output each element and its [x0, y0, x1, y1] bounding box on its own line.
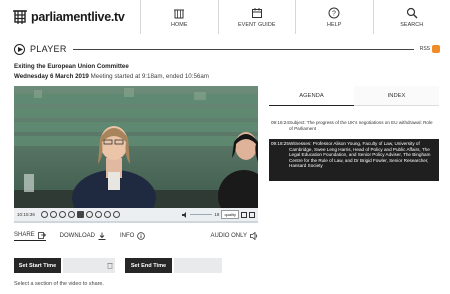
video-player[interactable]: [14, 86, 258, 208]
forward-30-icon[interactable]: [103, 211, 111, 218]
help-icon: ?: [328, 7, 340, 18]
video-frame: [14, 86, 258, 208]
nav-help[interactable]: ? HELP: [295, 0, 373, 34]
nav-help-label: HELP: [327, 21, 342, 28]
player-title: PLAYER: [30, 44, 67, 54]
meeting-status: Meeting started at 9:18am, ended 10:56am: [90, 73, 209, 80]
pip-icon[interactable]: [241, 211, 247, 218]
search-icon: [406, 7, 418, 18]
info-label: INFO: [120, 233, 135, 239]
calendar-icon: [251, 7, 262, 18]
info-button[interactable]: INFO: [120, 232, 146, 240]
speaker-icon: [182, 211, 187, 218]
end-time-field[interactable]: [174, 258, 222, 273]
brand-logo[interactable]: parliamentlive.tv: [0, 0, 140, 34]
audio-only-label: AUDIO ONLY: [210, 233, 247, 239]
tab-index[interactable]: INDEX: [354, 86, 439, 106]
forward-60-icon[interactable]: [112, 211, 120, 218]
nav-event-guide[interactable]: EVENT GUIDE: [217, 0, 296, 34]
rewind-30-icon[interactable]: [49, 211, 57, 218]
index-text: Witnesses: Professor Alison Young, Facul…: [289, 141, 431, 169]
trash-icon[interactable]: [107, 262, 113, 269]
download-icon: [98, 232, 106, 240]
volume-control[interactable]: 18: [182, 211, 220, 218]
set-start-time-button[interactable]: Set Start Time: [14, 258, 61, 273]
forward-5-icon[interactable]: [85, 211, 93, 218]
clip-hint: Select a section of the video to share.: [14, 281, 104, 287]
start-time-field[interactable]: [63, 258, 115, 273]
set-end-time-button[interactable]: Set End Time: [125, 258, 172, 273]
share-label: SHARE: [14, 232, 35, 238]
nav-event-guide-label: EVENT GUIDE: [237, 21, 276, 28]
rss-icon[interactable]: [432, 45, 440, 53]
top-bar: parliamentlive.tv HOME EVENT GUIDE ? HEL…: [0, 0, 450, 34]
current-time: 10:15:36: [17, 212, 35, 217]
rewind-10-icon[interactable]: [58, 211, 66, 218]
nav-search-label: SEARCH: [400, 21, 424, 28]
forward-10-icon[interactable]: [94, 211, 102, 218]
volume-slider[interactable]: [190, 213, 213, 216]
download-label: DOWNLOAD: [59, 233, 96, 239]
meeting-date: Wednesday 6 March 2019: [14, 73, 89, 80]
download-button[interactable]: DOWNLOAD: [60, 232, 106, 240]
video-controls: 10:15:36 18 quality: [14, 208, 258, 221]
rewind-60-icon[interactable]: [40, 211, 48, 218]
portcullis-icon: [13, 10, 27, 24]
meeting-title: Exiting the European Union Committee: [14, 63, 129, 70]
info-icon: [137, 232, 146, 240]
fullscreen-icon[interactable]: [249, 211, 255, 218]
home-icon: [174, 9, 185, 18]
rss-label[interactable]: RSS: [420, 46, 430, 52]
index-item-active[interactable]: 09:18:25 Witnesses: Professor Alison You…: [269, 139, 439, 181]
nav-home[interactable]: HOME: [140, 0, 218, 34]
action-bar: SHARE DOWNLOAD INFO AUDIO ONLY: [14, 228, 258, 244]
share-icon: [37, 232, 46, 239]
pause-icon[interactable]: [76, 211, 84, 218]
panel-tabs: AGENDA INDEX: [269, 86, 439, 106]
brand-name: parliamentlive.tv: [31, 10, 125, 24]
quality-button[interactable]: quality: [221, 210, 239, 219]
nav-home-label: HOME: [170, 21, 188, 28]
svg-text:?: ?: [332, 10, 336, 17]
meeting-meta: Wednesday 6 March 2019 Meeting started a…: [14, 73, 209, 80]
index-time: 09:18:25: [271, 141, 289, 146]
progress-bar[interactable]: [14, 221, 258, 223]
nav-search[interactable]: SEARCH: [372, 0, 450, 34]
main-nav: HOME EVENT GUIDE ? HELP SEARCH: [140, 0, 450, 34]
share-button[interactable]: SHARE: [14, 231, 46, 241]
speaker-icon: [250, 232, 258, 240]
volume-level: 18: [214, 212, 220, 217]
player-heading: PLAYER RSS: [14, 43, 440, 55]
rewind-5-icon[interactable]: [67, 211, 75, 218]
divider: [72, 48, 414, 50]
audio-only-button[interactable]: AUDIO ONLY: [210, 232, 258, 240]
play-circle-icon: [14, 43, 25, 55]
tab-agenda[interactable]: AGENDA: [269, 86, 354, 106]
